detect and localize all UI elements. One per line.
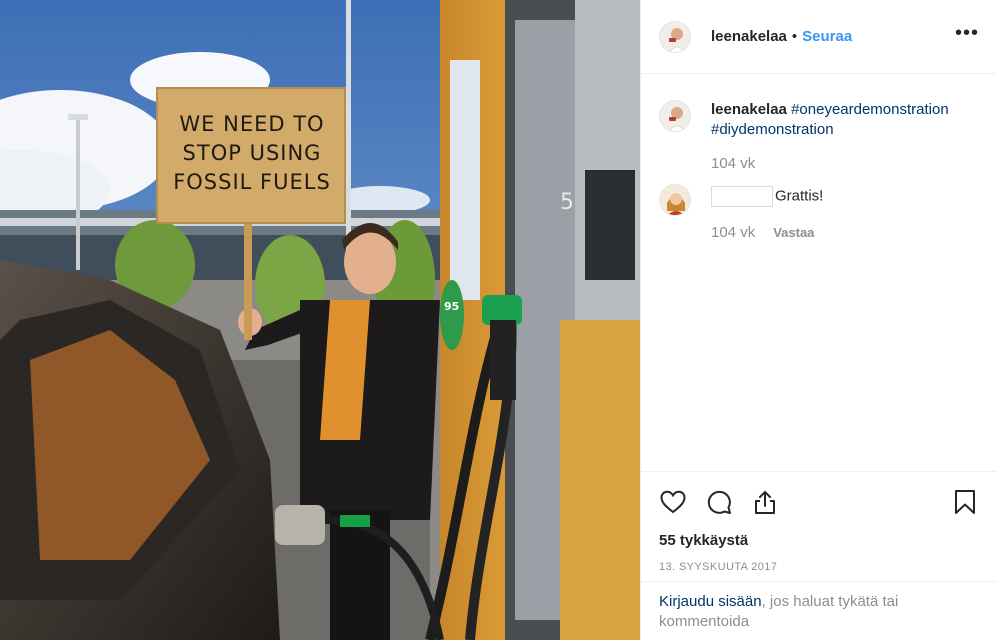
share-icon[interactable]: [751, 488, 779, 516]
avatar[interactable]: [659, 100, 691, 132]
bookmark-icon[interactable]: [951, 488, 979, 516]
login-link[interactable]: Kirjaudu sisään: [659, 593, 762, 610]
hashtag-link[interactable]: #oneyeardemonstration: [791, 101, 949, 118]
sign-line: STOP USING: [182, 141, 322, 165]
post-header: leenakelaa • Seuraa •••: [641, 0, 997, 74]
avatar[interactable]: [659, 20, 691, 53]
comment-body: Grattis!: [775, 187, 824, 205]
comment-text: Grattis! 104 vk Vastaa: [711, 184, 823, 243]
hashtag-link[interactable]: #diydemonstration: [711, 121, 834, 138]
caption-text: leenakelaa #oneyeardemonstration #diydem…: [711, 100, 949, 174]
protest-sign-text: WE NEED TO STOP USING FOSSIL FUELS: [160, 110, 344, 197]
commenter-name-link[interactable]: [711, 186, 773, 207]
caption-age[interactable]: 104 vk: [711, 154, 755, 174]
comment-age[interactable]: 104 vk: [711, 223, 755, 243]
username-link[interactable]: leenakelaa: [711, 28, 787, 45]
separator-dot: •: [791, 28, 798, 45]
likes-count[interactable]: 55 tykkäystä: [659, 532, 979, 549]
sign-line: WE NEED TO: [179, 112, 325, 136]
post-actions-section: 55 tykkäystä 13. SYYSKUUTA 2017: [641, 471, 997, 573]
more-options-icon[interactable]: •••: [955, 23, 979, 46]
comment-meta: 104 vk Vastaa: [711, 223, 823, 243]
login-prompt: Kirjaudu sisään, jos haluat tykätä tai k…: [641, 581, 997, 640]
caption-author-link[interactable]: leenakelaa: [711, 101, 787, 118]
action-bar: [659, 486, 979, 518]
heart-icon[interactable]: [659, 488, 687, 516]
sign-line: FOSSIL FUELS: [173, 170, 331, 194]
caption-meta: 104 vk: [711, 154, 949, 174]
nozzle-label: 95: [444, 300, 460, 313]
caption: leenakelaa #oneyeardemonstration #diydem…: [659, 100, 979, 174]
comments-list: leenakelaa #oneyeardemonstration #diydem…: [659, 100, 979, 243]
post-details-panel: leenakelaa • Seuraa ••• leenakelaa #oney…: [640, 0, 997, 640]
comment-icon[interactable]: [705, 488, 733, 516]
reply-button[interactable]: Vastaa: [773, 223, 814, 243]
post-date[interactable]: 13. SYYSKUUTA 2017: [659, 561, 979, 573]
photo-illustration: [0, 0, 640, 640]
comment-item: Grattis! 104 vk Vastaa: [659, 184, 979, 243]
post-photo[interactable]: WE NEED TO STOP USING FOSSIL FUELS 5 95: [0, 0, 640, 640]
avatar[interactable]: [659, 184, 691, 216]
pump-number: 5: [560, 190, 574, 215]
follow-button[interactable]: Seuraa: [802, 28, 852, 45]
